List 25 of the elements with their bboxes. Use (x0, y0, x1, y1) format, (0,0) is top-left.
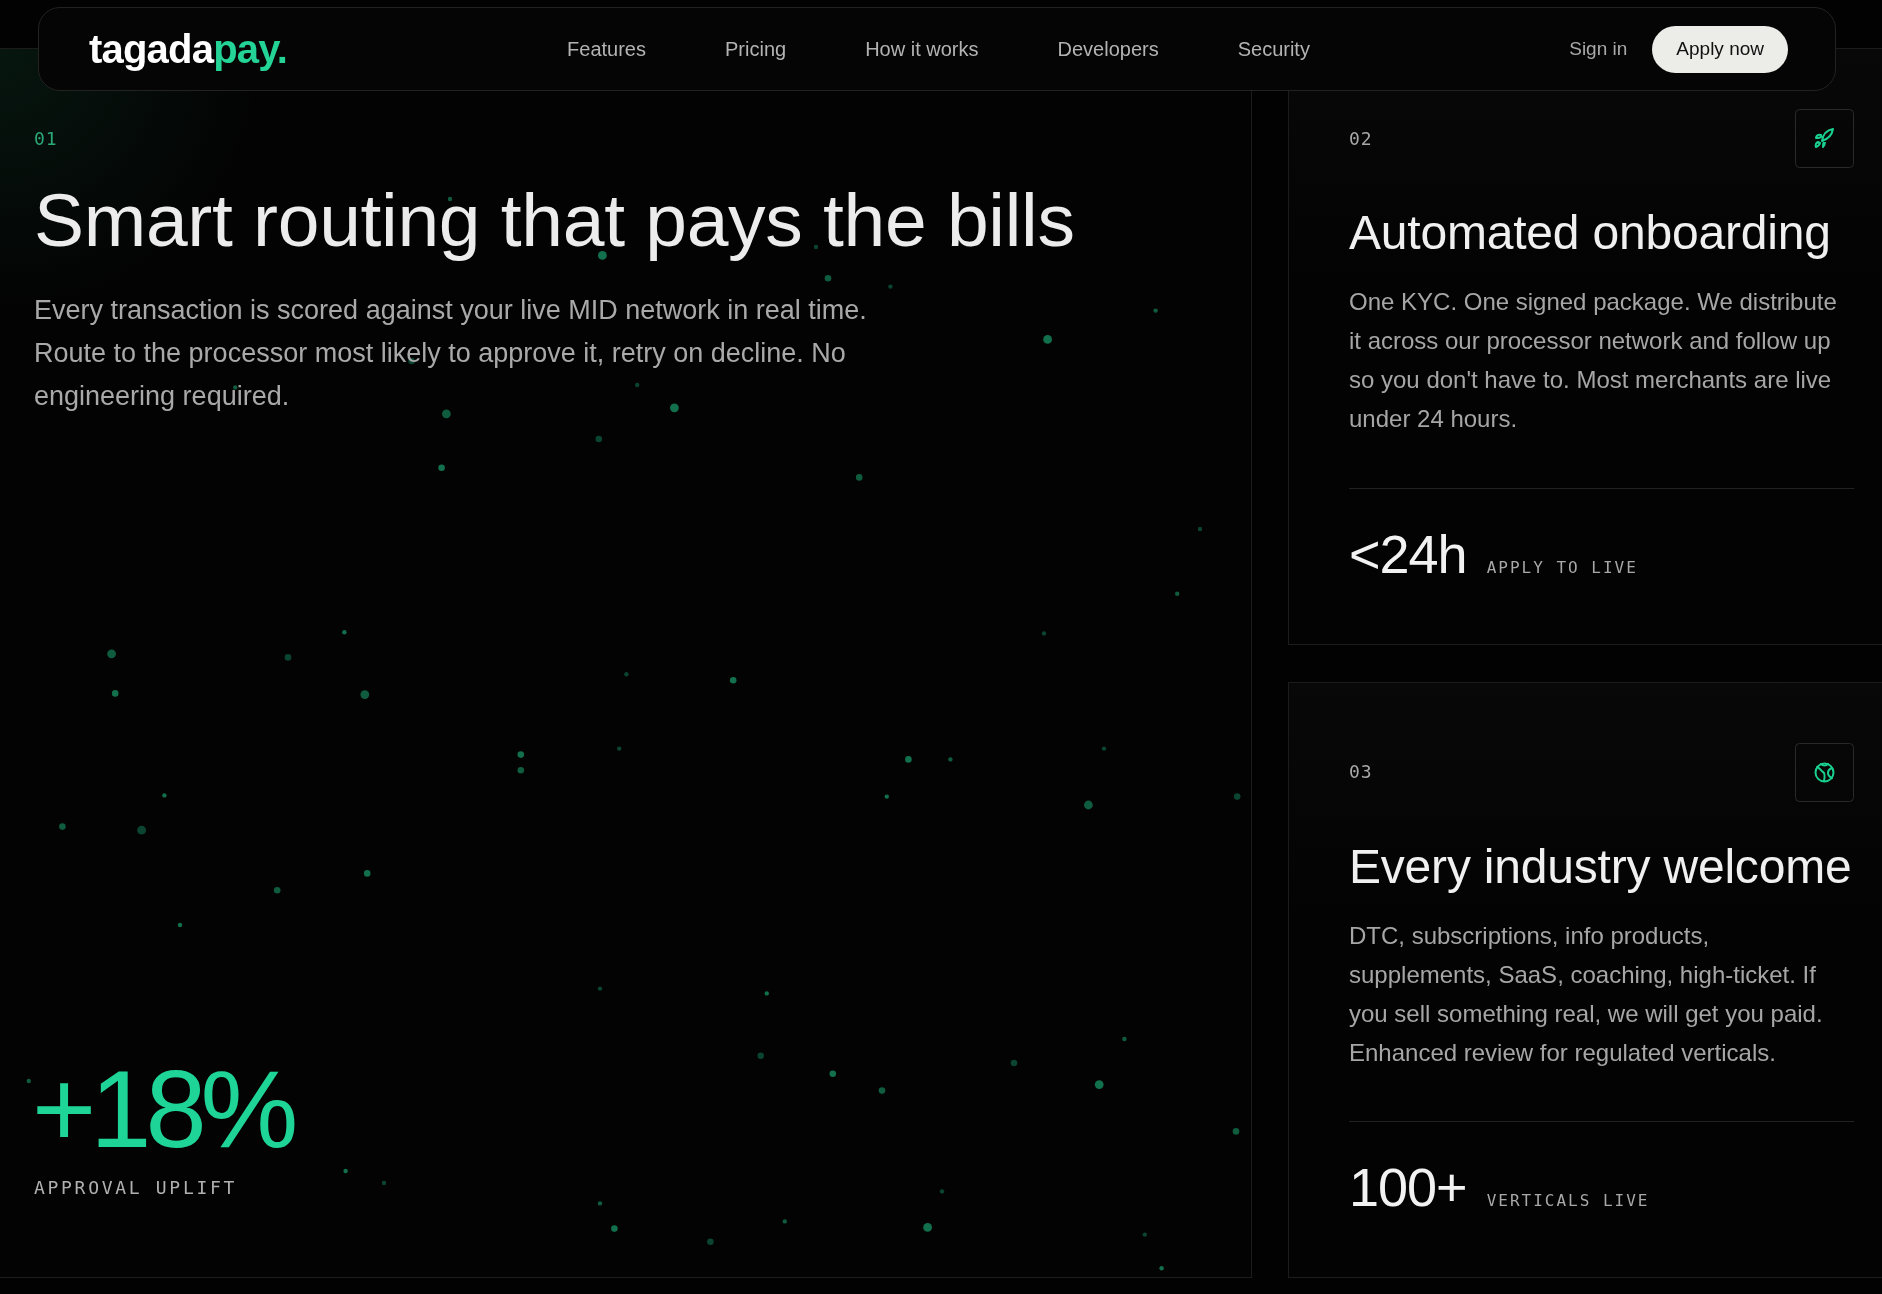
nav-link[interactable]: Features (567, 37, 646, 61)
rocket-icon (1795, 109, 1854, 168)
card-title: Every industry welcome (1349, 838, 1852, 894)
sign-in-link[interactable]: Sign in (1569, 37, 1628, 61)
card-number: 03 (1349, 761, 1373, 783)
section-description: Every transaction is scored against your live MID network in real time. Route to the processor most likely to approve it, retry on decline. No engineering required. (34, 294, 868, 413)
card-title: Automated onboarding (1349, 205, 1831, 260)
globe-icon (1795, 742, 1854, 802)
stat-label: APPLY TO LIVE (1486, 557, 1638, 578)
nav-link[interactable]: Pricing (725, 37, 787, 61)
card-number: 02 (1349, 127, 1373, 150)
section-number: 01 (34, 128, 58, 150)
stat-label: VERTICALS LIVE (1486, 1191, 1650, 1211)
stat-value: 100+ (1349, 1160, 1468, 1214)
stat-label: APPROVAL UPLIFT (34, 1177, 238, 1199)
nav-link[interactable]: How it works (865, 37, 979, 61)
apply-now-button[interactable]: Apply now (1652, 25, 1788, 73)
nav-link[interactable]: Security (1237, 37, 1310, 61)
card-description: DTC, subscriptions, info products, supplements, SaaS, coaching, high-ticket. If you sell something real, we will get you paid. Enhanced review for regulated verticals. (1349, 920, 1824, 1068)
stat-value: <24h (1349, 526, 1468, 581)
card-description: One KYC. One signed package. We distribute it across our processor network and follow up so you don't have to. Most merchants are live under 24 hours. (1349, 287, 1838, 434)
logo[interactable]: tagadapay. (89, 27, 287, 71)
stat-value: +18% (32, 1055, 294, 1163)
section-title: Smart routing that pays the bills (34, 178, 1075, 262)
nav-link[interactable]: Developers (1057, 37, 1159, 61)
